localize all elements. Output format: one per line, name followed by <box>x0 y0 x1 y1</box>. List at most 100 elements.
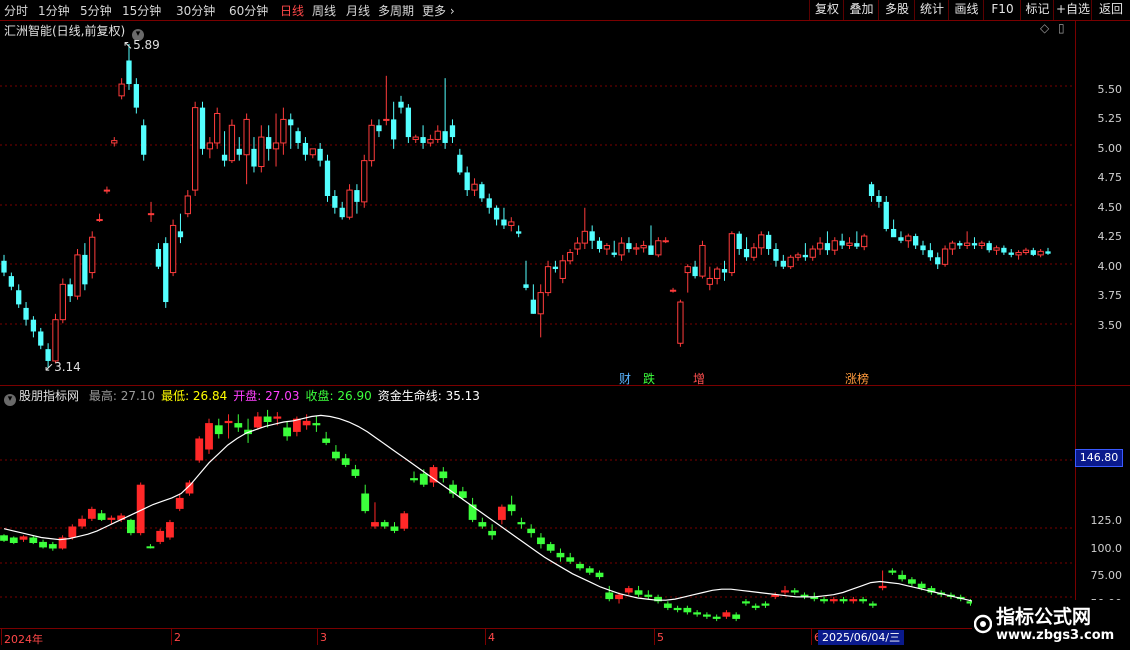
candle-body-79 <box>581 230 588 244</box>
candle-body-131 <box>963 242 971 246</box>
x-label-4: 5 <box>657 631 664 644</box>
candle-body-141 <box>1037 250 1044 256</box>
candle-body-13 <box>96 219 103 222</box>
ind-candle-body-10 <box>97 513 106 520</box>
x-tick-4 <box>654 628 655 645</box>
candle-body-36 <box>266 137 272 149</box>
x-tick-1 <box>171 628 172 645</box>
candle-body-64 <box>471 183 478 191</box>
candle-body-106 <box>780 260 786 267</box>
ind-candle-body-40 <box>390 526 399 531</box>
event-marker-3[interactable]: 涨榜 <box>845 370 869 387</box>
candle-body-1 <box>8 276 14 287</box>
ind-candle-body-86 <box>839 599 848 602</box>
candle-body-119 <box>876 195 882 202</box>
candle-body-80 <box>589 231 595 241</box>
ind-candle-body-49 <box>478 522 487 527</box>
candle-body-104 <box>765 234 772 250</box>
x-tick-2 <box>317 628 318 645</box>
candle-body-7 <box>52 319 59 362</box>
ind-candle-body-71 <box>693 612 702 615</box>
candle-body-82 <box>603 244 611 250</box>
candle-body-54 <box>398 101 404 108</box>
candle-body-90 <box>662 240 669 243</box>
candle-body-60 <box>442 131 448 143</box>
ind-candle-body-32 <box>312 423 321 426</box>
candle-body-124 <box>913 236 919 246</box>
event-marker-2[interactable]: 增 <box>693 370 705 387</box>
x-label-0: 2024年 <box>4 633 43 646</box>
candle-body-78 <box>574 242 581 250</box>
indicator-tick-0: 125.0 <box>1090 514 1123 527</box>
ind-candle-body-70 <box>683 607 692 613</box>
ind-candle-body-66 <box>644 594 653 597</box>
price-chart[interactable] <box>0 0 1075 650</box>
candle-body-121 <box>890 228 897 238</box>
candle-body-91 <box>669 289 677 292</box>
event-marker-1[interactable]: 跌 <box>643 370 655 387</box>
candle-body-29 <box>214 113 221 144</box>
candle-body-53 <box>391 119 397 140</box>
ind-candle-body-74 <box>722 612 731 617</box>
ind-candle-body-81 <box>790 590 799 593</box>
candle-body-43 <box>317 148 323 161</box>
ind-candle-body-77 <box>751 605 760 608</box>
ind-candle-body-23 <box>224 420 233 424</box>
candle-body-123 <box>905 235 912 242</box>
ind-candle-body-76 <box>742 601 750 604</box>
candle-body-50 <box>368 124 375 162</box>
ind-candle-body-91 <box>888 570 897 573</box>
candle-body-58 <box>427 138 434 144</box>
ind-candle-body-53 <box>517 522 526 525</box>
ind-candle-body-64 <box>624 588 633 593</box>
candle-body-108 <box>794 254 802 258</box>
candle-body-95 <box>699 244 706 277</box>
watermark-logo: 指标公式网 www.zbgs3.com <box>972 600 1130 650</box>
ind-candle-body-7 <box>68 526 77 538</box>
candle-body-74 <box>544 266 552 294</box>
event-marker-0[interactable]: 财 <box>619 370 631 387</box>
ind-candle-body-4 <box>39 541 47 548</box>
ind-candle-body-17 <box>166 522 174 538</box>
candle-body-12 <box>89 236 96 274</box>
candle-body-116 <box>854 243 860 247</box>
ind-candle-body-55 <box>537 537 545 545</box>
watermark-url: www.zbgs3.com <box>996 628 1115 643</box>
candle-body-92 <box>677 301 684 344</box>
candle-body-122 <box>898 237 904 241</box>
candle-body-62 <box>457 154 463 173</box>
candle-body-34 <box>251 148 257 167</box>
candle-body-70 <box>516 231 522 234</box>
candle-body-25 <box>184 195 191 215</box>
candle-body-38 <box>280 118 287 144</box>
price-tick-0: 5.50 <box>1097 82 1123 96</box>
candle-body-31 <box>228 124 236 162</box>
candle-body-39 <box>288 119 294 126</box>
logo-icon <box>974 614 992 634</box>
high-price-label: ↖5.89 <box>123 38 160 52</box>
candle-body-130 <box>957 243 963 246</box>
candle-body-40 <box>295 131 301 143</box>
candle-body-110 <box>809 248 816 258</box>
toolbar-button-8[interactable]: 返回 <box>1091 0 1130 20</box>
candle-body-134 <box>986 243 992 251</box>
candle-body-89 <box>655 240 662 256</box>
ind-candle-body-92 <box>898 574 907 580</box>
candle-body-52 <box>383 118 390 121</box>
candle-body-2 <box>16 290 22 305</box>
ind-candle-body-42 <box>410 478 418 481</box>
candle-body-44 <box>324 160 331 196</box>
ind-candle-body-41 <box>400 513 409 529</box>
candle-body-42 <box>309 148 316 156</box>
ind-candle-body-68 <box>663 603 672 608</box>
candle-body-127 <box>935 257 941 265</box>
candle-body-128 <box>941 248 949 265</box>
ind-candle-body-54 <box>527 528 536 534</box>
candle-body-126 <box>927 250 934 258</box>
candle-body-20 <box>147 213 155 216</box>
ind-candle-body-58 <box>566 557 575 562</box>
ind-candle-body-13 <box>127 519 135 534</box>
candle-body-26 <box>192 107 199 191</box>
candle-body-98 <box>721 269 728 273</box>
candle-body-132 <box>971 243 978 246</box>
